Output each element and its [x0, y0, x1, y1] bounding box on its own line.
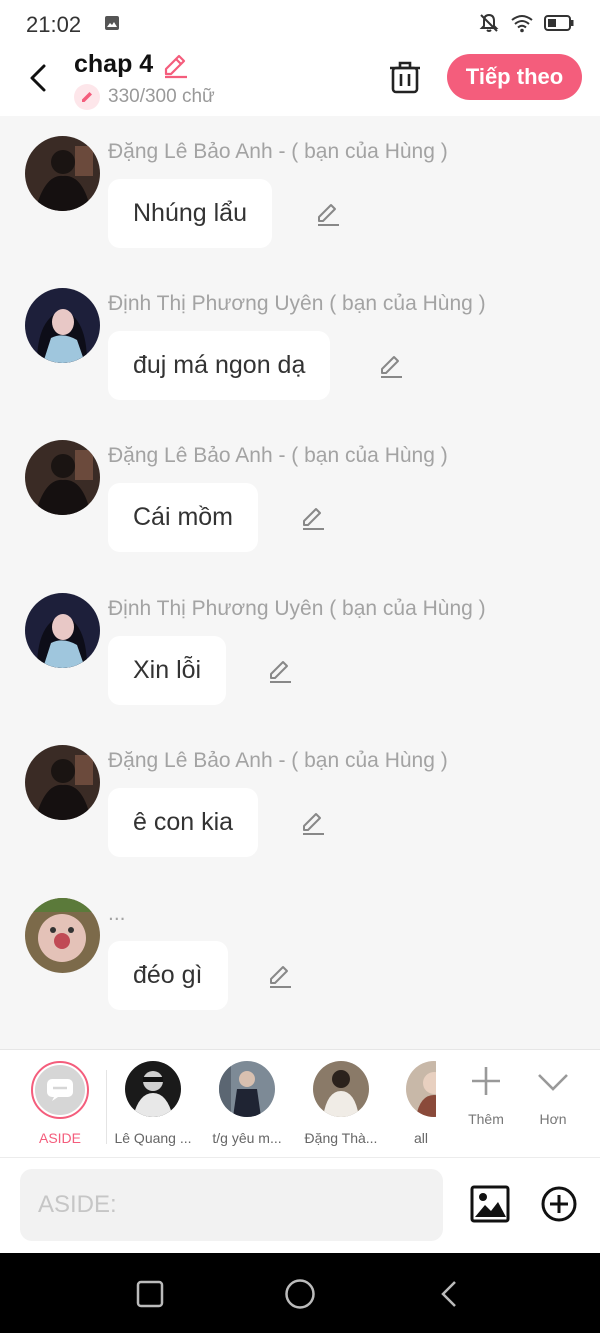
- pencil-badge-icon: [74, 84, 100, 110]
- char-count: 330/300 chữ: [108, 86, 215, 107]
- avatar: [313, 1061, 369, 1117]
- character-bar: ASIDE Lê Quang ... t/g yêu m... Đặng Thà…: [0, 1049, 600, 1158]
- avatar: [406, 1061, 436, 1117]
- wifi-icon: [511, 15, 533, 33]
- character-item[interactable]: t/g yêu m...: [202, 1061, 292, 1146]
- battery-icon: [544, 15, 574, 31]
- header: chap 4 330/300 chữ Tiếp theo: [0, 48, 600, 116]
- message-item: Định Thị Phương Uyên ( bạn của Hùng ) Xi…: [0, 593, 600, 745]
- character-name: Lê Quang ...: [114, 1130, 192, 1146]
- add-character-button[interactable]: Thêm: [458, 1064, 514, 1127]
- character-name: Đặng Thà...: [304, 1130, 378, 1146]
- message-bubble[interactable]: đéo gì: [108, 941, 228, 1010]
- expand-button[interactable]: Hơn: [525, 1064, 581, 1127]
- delete-button[interactable]: [386, 58, 424, 96]
- home-button[interactable]: [283, 1277, 317, 1311]
- sender-name: ...: [108, 902, 126, 925]
- message-bubble[interactable]: Xin lỗi: [108, 636, 227, 705]
- triangle-back-icon: [441, 1281, 456, 1307]
- avatar: [125, 1061, 181, 1117]
- system-back-button[interactable]: [432, 1277, 466, 1311]
- avatar[interactable]: [25, 440, 100, 515]
- divider: [106, 1070, 107, 1144]
- message-bubble[interactable]: Cái mồm: [108, 483, 259, 552]
- edit-message-icon[interactable]: [266, 657, 294, 685]
- sender-name: Đặng Lê Bảo Anh - ( bạn của Hùng ): [108, 444, 448, 467]
- composer: [0, 1158, 600, 1253]
- character-name: all: [414, 1130, 429, 1146]
- message-bubble[interactable]: ê con kia: [108, 788, 259, 857]
- expand-label: Hơn: [539, 1111, 567, 1127]
- status-bar: 21:02: [0, 0, 600, 48]
- chapter-title: chap 4: [74, 50, 154, 78]
- character-item[interactable]: all: [390, 1061, 436, 1146]
- add-circle-icon[interactable]: [540, 1185, 578, 1223]
- edit-title-icon[interactable]: [161, 51, 189, 79]
- back-button[interactable]: [20, 58, 56, 98]
- image-icon[interactable]: [470, 1184, 510, 1224]
- sender-name: Định Thị Phương Uyên ( bạn của Hùng ): [108, 292, 486, 315]
- sender-name: Đặng Lê Bảo Anh - ( bạn của Hùng ): [108, 749, 448, 772]
- avatar[interactable]: [25, 593, 100, 668]
- character-name: t/g yêu m...: [212, 1130, 282, 1146]
- character-item[interactable]: Đặng Thà...: [296, 1061, 386, 1146]
- message-item: Đặng Lê Bảo Anh - ( bạn của Hùng ) Cái m…: [0, 440, 600, 592]
- edit-message-icon[interactable]: [299, 504, 327, 532]
- avatar[interactable]: [25, 136, 100, 211]
- status-time: 21:02: [26, 12, 82, 37]
- plus-icon: [472, 1067, 500, 1095]
- message-item: Đặng Lê Bảo Anh - ( bạn của Hùng ) ê con…: [0, 745, 600, 897]
- character-item[interactable]: Lê Quang ...: [108, 1061, 198, 1146]
- edit-message-icon[interactable]: [377, 352, 405, 380]
- square-icon: [136, 1280, 164, 1308]
- message-item: Đặng Lê Bảo Anh - ( bạn của Hùng ) Nhúng…: [0, 136, 600, 288]
- next-button[interactable]: Tiếp theo: [447, 54, 582, 100]
- title-row[interactable]: chap 4: [74, 50, 189, 79]
- avatar[interactable]: [25, 898, 100, 973]
- chevron-down-icon: [538, 1074, 568, 1091]
- recents-button[interactable]: [133, 1277, 167, 1311]
- message-item: Định Thị Phương Uyên ( bạn của Hùng ) đu…: [0, 288, 600, 440]
- gallery-notification-icon: [105, 16, 119, 30]
- back-arrow-icon: [30, 64, 46, 92]
- trash-icon: [390, 61, 420, 94]
- system-nav-bar: [0, 1253, 600, 1333]
- message-input-box[interactable]: [20, 1169, 443, 1241]
- message-item: ... đéo gì: [0, 898, 600, 1050]
- edit-message-icon[interactable]: [266, 962, 294, 990]
- message-bubble[interactable]: đuj má ngon dạ: [108, 331, 331, 400]
- chat-bubble-icon: [47, 1079, 73, 1101]
- message-list[interactable]: Đặng Lê Bảo Anh - ( bạn của Hùng ) Nhúng…: [0, 116, 600, 1050]
- edit-message-icon[interactable]: [314, 200, 342, 228]
- avatar[interactable]: [25, 745, 100, 820]
- more-label: Thêm: [468, 1111, 504, 1127]
- sender-name: Định Thị Phương Uyên ( bạn của Hùng ): [108, 597, 486, 620]
- char-count-row: 330/300 chữ: [74, 84, 215, 110]
- character-name: ASIDE: [38, 1130, 81, 1146]
- avatar[interactable]: [25, 288, 100, 363]
- character-aside[interactable]: ASIDE: [15, 1061, 105, 1146]
- avatar: [219, 1061, 275, 1117]
- mute-bell-icon: [479, 13, 499, 32]
- edit-message-icon[interactable]: [299, 809, 327, 837]
- status-icons: [478, 12, 574, 34]
- aside-avatar: [31, 1061, 89, 1119]
- sender-name: Đặng Lê Bảo Anh - ( bạn của Hùng ): [108, 140, 448, 163]
- circle-icon: [285, 1279, 315, 1309]
- message-input[interactable]: [38, 1191, 443, 1219]
- message-bubble[interactable]: Nhúng lẩu: [108, 179, 272, 248]
